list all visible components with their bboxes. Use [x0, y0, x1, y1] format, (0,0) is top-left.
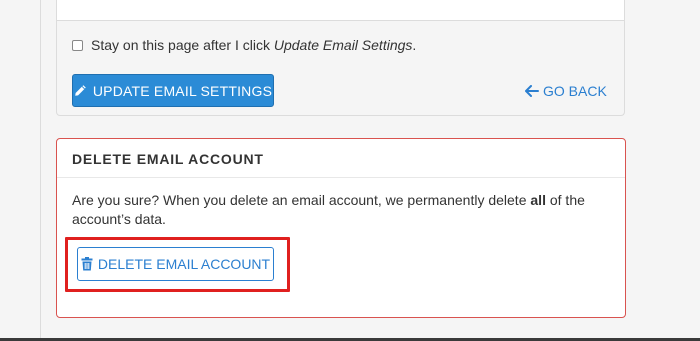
stay-on-page-checkbox[interactable] — [72, 39, 83, 51]
update-button-label: UPDATE EMAIL SETTINGS — [92, 82, 273, 99]
left-divider — [40, 0, 41, 341]
go-back-link[interactable]: GO BACK — [525, 82, 607, 100]
pencil-icon — [75, 85, 86, 96]
stay-on-page-label: Stay on this page after I click Update E… — [91, 37, 417, 53]
delete-section-divider — [57, 177, 625, 178]
delete-email-account-button[interactable]: DELETE EMAIL ACCOUNT — [77, 247, 274, 281]
stay-on-page-option[interactable]: Stay on this page after I click Update E… — [72, 37, 416, 53]
trash-icon — [81, 257, 93, 271]
arrow-left-icon — [525, 85, 539, 97]
delete-button-label: DELETE EMAIL ACCOUNT — [97, 256, 271, 272]
go-back-label: GO BACK — [543, 83, 607, 99]
panel-body-top — [57, 0, 624, 21]
email-settings-panel: Stay on this page after I click Update E… — [56, 0, 625, 116]
update-email-settings-button[interactable]: UPDATE EMAIL SETTINGS — [72, 74, 274, 107]
delete-section-title: DELETE EMAIL ACCOUNT — [72, 151, 264, 167]
delete-warning-message: Are you sure? When you delete an email a… — [72, 192, 585, 227]
